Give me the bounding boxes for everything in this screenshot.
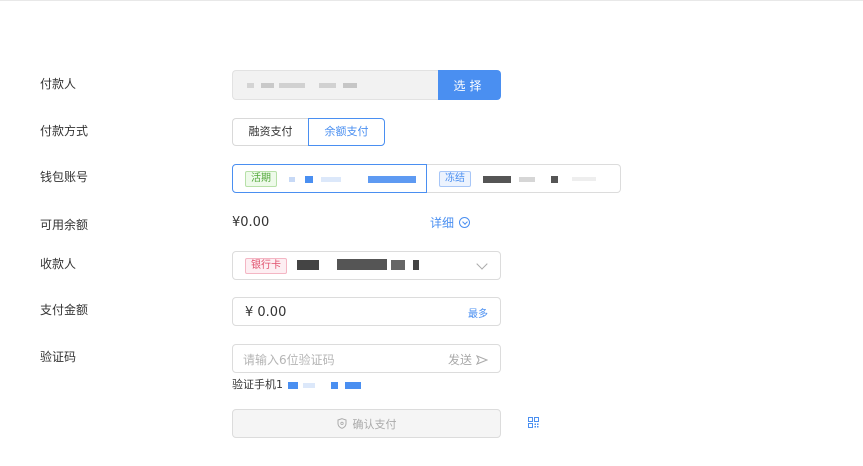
detail-link-text: 详细 [430,216,455,230]
redacted-payee [337,259,387,270]
verify-phone-prefix: 验证手机1 [232,378,283,391]
frozen-tag: 冻结 [439,171,471,187]
top-divider [0,0,863,1]
redacted-phone [287,381,298,389]
chevron-down-circle-icon [459,217,471,228]
redacted-phone [345,381,361,389]
redacted-account [305,176,313,183]
current-tag: 活期 [245,171,277,187]
redacted-account [551,176,558,183]
payee-label: 收款人 [40,257,77,271]
bank-card-tag: 银行卡 [245,258,287,274]
redacted-phone [330,381,338,389]
method-financing-button[interactable]: 融资支付 [232,118,308,146]
redacted-text [261,83,274,88]
payee-select[interactable]: 银行卡 [232,251,501,280]
confirm-payment-button[interactable]: 确认支付 [232,409,501,438]
redacted-account [519,177,535,182]
code-field[interactable]: 发送 [232,344,501,374]
wallet-label: 钱包账号 [40,170,89,184]
payment-method-label: 付款方式 [40,124,89,138]
select-payer-button[interactable]: 选择 [438,70,501,100]
redacted-account [289,177,295,182]
payer-field[interactable] [232,70,438,100]
redacted-text [343,83,357,88]
redacted-phone [303,382,315,388]
code-input[interactable] [233,345,435,374]
redacted-payee [391,260,405,270]
verify-phone-line: 验证手机1 [232,376,361,392]
redacted-account [368,176,416,183]
send-code-label: 发送 [447,353,472,367]
qr-code-icon[interactable] [528,417,539,428]
redacted-text [247,83,254,88]
wallet-option-current[interactable]: 活期 [232,164,427,193]
max-amount-link[interactable]: 最多 [468,305,488,320]
code-label: 验证码 [40,350,77,364]
amount-field[interactable]: 最多 [232,297,501,327]
amount-label: 支付金额 [40,303,89,317]
send-code-button[interactable]: 发送 [448,351,488,368]
redacted-text [319,83,336,88]
redacted-account [483,176,511,183]
redacted-account [572,177,596,181]
send-icon [476,354,488,365]
redacted-text [279,83,305,88]
confirm-payment-label: 确认支付 [352,418,397,431]
redacted-payee [413,260,419,270]
method-balance-button[interactable]: 余额支付 [308,118,385,146]
amount-input[interactable] [233,298,447,327]
shield-icon [337,418,346,429]
redacted-payee [297,260,319,270]
balance-label: 可用余额 [40,218,89,232]
payer-label: 付款人 [40,77,77,91]
redacted-account [321,177,341,182]
chevron-down-icon [476,258,488,270]
wallet-option-frozen[interactable]: 冻结 [427,164,621,193]
detail-link[interactable]: 详细 [430,214,471,231]
balance-value: ¥0.00 [232,215,270,230]
